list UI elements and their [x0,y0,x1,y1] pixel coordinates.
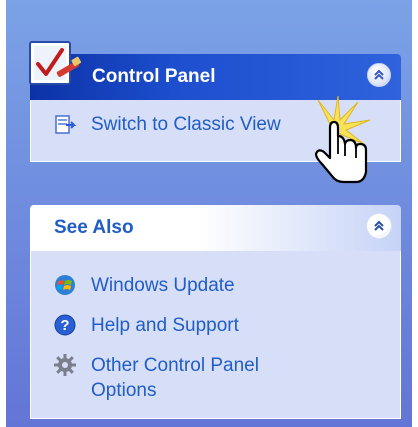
other-control-panel-options-link[interactable]: Other Control Panel Options [53,353,259,403]
switch-to-classic-view-label: Switch to Classic View [91,114,281,135]
windows-update-label: Windows Update [91,275,235,296]
windows-update-icon [55,275,75,295]
double-chevron-up-icon [374,69,384,80]
help-and-support-label: Help and Support [91,315,239,336]
other-control-panel-options-label: Other Control Panel Options [91,355,259,401]
help-and-support-link[interactable]: ? Help and Support [53,313,239,338]
see-also-header[interactable]: See Also [30,205,401,251]
collapse-see-also-button[interactable] [367,214,391,238]
help-icon: ? [54,314,76,336]
see-also-body: Windows Update ? Help and Support Other … [30,251,401,419]
switch-view-icon [55,115,77,134]
svg-text:?: ? [60,317,69,334]
double-chevron-up-icon [374,220,384,231]
hand-cursor-icon [314,96,371,184]
gear-icon [54,354,76,376]
control-panel-icon [29,41,82,85]
control-panel-title: Control Panel [92,66,216,87]
collapse-control-panel-button[interactable] [367,63,391,87]
see-also-title: See Also [54,217,134,238]
windows-update-link[interactable]: Windows Update [53,273,235,298]
switch-to-classic-view-link[interactable]: Switch to Classic View [53,112,281,137]
control-panel-header[interactable]: Control Panel [30,54,401,100]
see-also-panel: See Also Windows Update ? Help and Suppo… [30,205,401,419]
